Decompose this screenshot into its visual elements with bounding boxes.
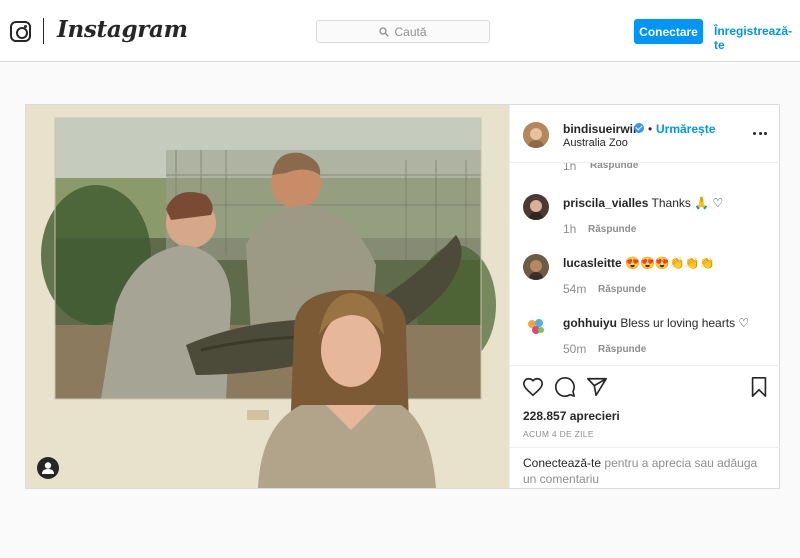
post-timestamp[interactable]: ACUM 4 DE ZILE	[523, 429, 594, 439]
comment-time: 50m	[563, 342, 587, 356]
commenter-avatar-image	[523, 194, 549, 220]
post-actions: 228.857 aprecieri ACUM 4 DE ZILE Conecte…	[510, 365, 780, 488]
author-avatar[interactable]	[523, 122, 549, 148]
comments-list[interactable]: 1h Răspunde priscila_vialles Thanks 🙏 ♡ …	[510, 163, 780, 365]
comment-bubble-icon[interactable]	[554, 376, 576, 398]
reply-button[interactable]: Răspunde	[590, 163, 638, 171]
like-heart-icon[interactable]	[522, 376, 544, 398]
save-bookmark-icon[interactable]	[748, 376, 770, 398]
share-send-icon[interactable]	[586, 376, 608, 398]
instagram-wordmark[interactable]: Instagram	[57, 16, 188, 43]
separator-dot: •	[648, 122, 653, 136]
comment-body: Thanks 🙏 ♡	[651, 196, 724, 210]
comment-time: 1h	[563, 222, 577, 236]
commenter-username[interactable]: priscila_vialles	[563, 196, 648, 210]
commenter-username[interactable]: gohhuiyu	[563, 316, 617, 330]
login-button[interactable]: Conectare	[634, 19, 703, 44]
post-card: bindisueirwin • Urmărește Australia Zoo …	[25, 104, 780, 489]
commenter-avatar[interactable]	[523, 314, 549, 340]
post-header: bindisueirwin • Urmărește Australia Zoo	[510, 105, 780, 163]
comment-text: priscila_vialles Thanks 🙏 ♡	[563, 196, 723, 210]
more-options-icon[interactable]	[753, 132, 767, 136]
search-icon	[379, 26, 390, 37]
login-prompt-link[interactable]: Conectează-te	[523, 456, 601, 470]
likes-count[interactable]: 228.857 aprecieri	[523, 409, 620, 423]
search-placeholder: Caută	[394, 24, 427, 39]
comment-text: gohhuiyu Bless ur loving hearts ♡	[563, 316, 749, 330]
instagram-camera-icon[interactable]	[10, 21, 31, 42]
author-username[interactable]: bindisueirwin	[563, 122, 640, 136]
commenter-avatar[interactable]	[523, 194, 549, 220]
follow-button[interactable]: Urmărește	[656, 122, 715, 136]
logo-divider	[43, 18, 44, 44]
comment-time: 1h	[563, 163, 577, 173]
comment-body: 😍😍😍👏👏👏	[625, 256, 715, 270]
commenter-username[interactable]: lucasleitte	[563, 256, 622, 270]
search-input[interactable]: Caută	[316, 20, 490, 43]
person-icon	[42, 462, 54, 474]
reply-button[interactable]: Răspunde	[588, 224, 636, 235]
signup-link[interactable]: Înregistrează-te	[714, 24, 800, 52]
reply-button[interactable]: Răspunde	[598, 344, 646, 355]
comment-time: 54m	[563, 282, 587, 296]
reply-button[interactable]: Răspunde	[598, 284, 646, 295]
post-photo[interactable]	[26, 105, 509, 488]
post-location[interactable]: Australia Zoo	[563, 137, 628, 149]
login-prompt: Conectează-te pentru a aprecia sau adăug…	[510, 447, 780, 489]
comment-text: lucasleitte 😍😍😍👏👏👏	[563, 256, 715, 270]
post-photo-illustration	[26, 105, 509, 488]
tagged-people-button[interactable]	[37, 457, 59, 479]
top-navigation-bar: Instagram Caută Conectare Înregistrează-…	[0, 0, 800, 62]
post-sidebar: bindisueirwin • Urmărește Australia Zoo …	[509, 105, 780, 488]
commenter-avatar-image	[523, 314, 549, 340]
commenter-avatar[interactable]	[523, 254, 549, 280]
commenter-avatar-image	[523, 254, 549, 280]
verified-badge-icon	[634, 123, 644, 133]
comment-body: Bless ur loving hearts ♡	[620, 316, 750, 330]
author-avatar-image	[523, 122, 549, 148]
